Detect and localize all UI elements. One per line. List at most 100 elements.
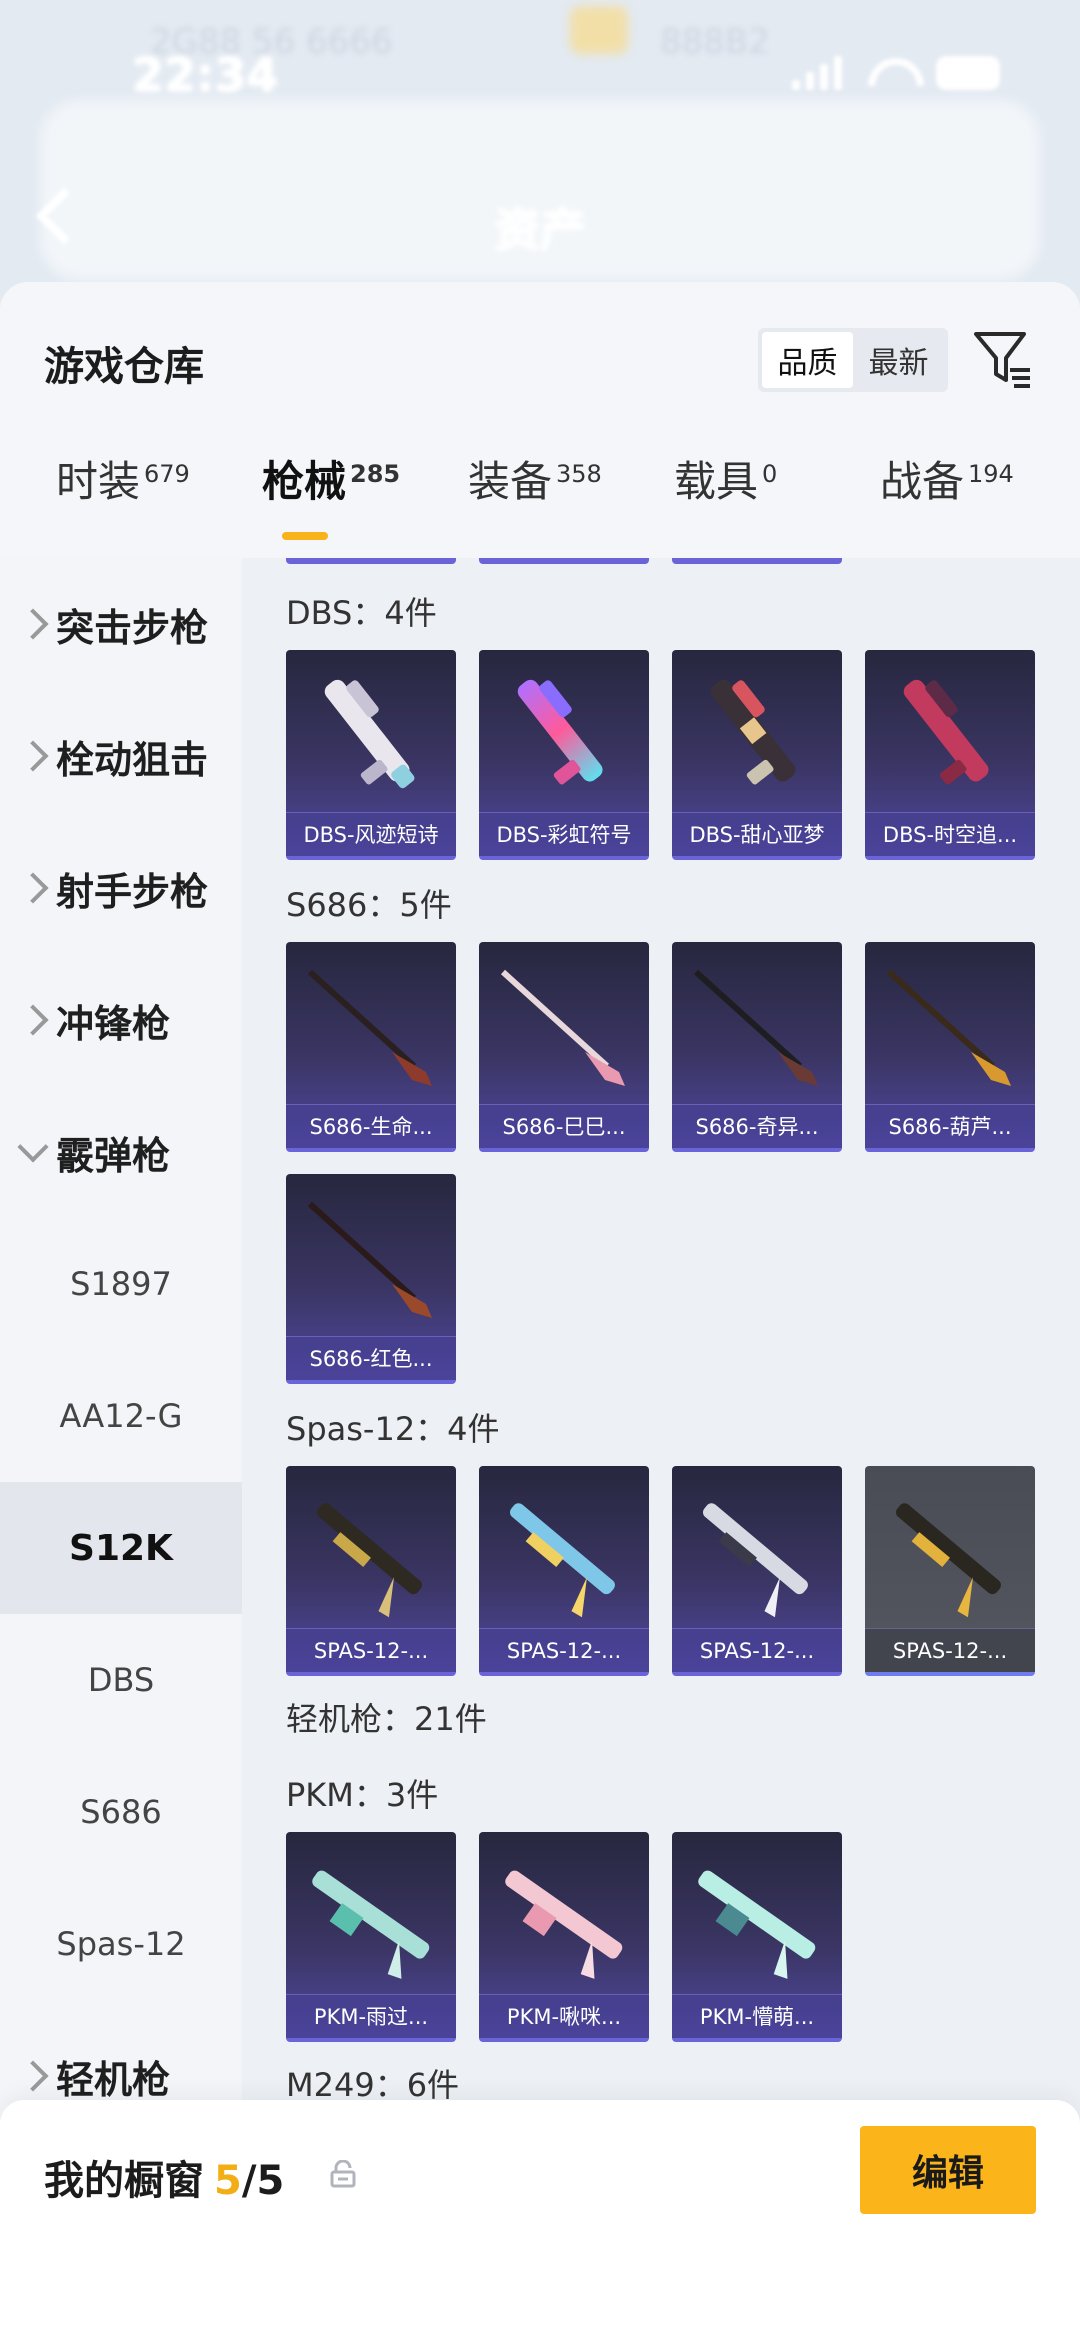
signal-icon xyxy=(792,56,842,90)
weapon-card[interactable]: PKM-雨过... xyxy=(286,1832,456,2042)
sidebar-subitem-s686[interactable]: S686 xyxy=(0,1746,242,1878)
weapon-card[interactable]: S686-生命... xyxy=(286,942,456,1152)
weapon-card-label: SPAS-12-... xyxy=(865,1628,1035,1672)
status-icons xyxy=(792,56,1000,90)
battery-icon xyxy=(936,56,1000,90)
category-tabs: 时装 679 枪械 285 装备 358 载具 0 战备 194 xyxy=(0,402,1080,558)
group-label-lmg: 轻机枪：21件 xyxy=(286,1700,487,1738)
weapon-card-label: DBS-彩虹符号 xyxy=(479,812,649,856)
lock-icon xyxy=(330,2160,356,2188)
chevron-right-icon xyxy=(17,1004,49,1036)
chevron-right-icon xyxy=(17,608,49,640)
weapon-card-label: SPAS-12-... xyxy=(672,1628,842,1672)
notification-badge-icon xyxy=(570,6,628,54)
weapon-card-label: S686-葫芦... xyxy=(865,1104,1035,1148)
tab-fashion[interactable]: 时装 679 xyxy=(56,448,190,509)
sidebar-subitem-spas12[interactable]: Spas-12 xyxy=(0,1878,242,2010)
weapon-card[interactable]: DBS-甜心亚梦 xyxy=(672,650,842,860)
weapon-card[interactable]: SPAS-12-... xyxy=(672,1466,842,1676)
weapon-card[interactable]: SPAS-12-... xyxy=(479,1466,649,1676)
weapon-card-label: PKM-雨过... xyxy=(286,1994,456,2038)
sidebar-subitem-dbs[interactable]: DBS xyxy=(0,1614,242,1746)
sort-newest-option[interactable]: 最新 xyxy=(853,332,944,388)
weapon-card[interactable]: S686-巳巳... xyxy=(479,942,649,1152)
sidebar-item-bolt-sniper[interactable]: 栓动狙击 xyxy=(0,690,242,822)
pump-shotgun-skin-icon xyxy=(509,1503,615,1618)
showcase-bar: 我的橱窗 5 /5 编辑 xyxy=(0,2100,1080,2341)
chevron-right-icon xyxy=(17,2060,49,2092)
weapon-card-label: S686-奇异... xyxy=(672,1104,842,1148)
weapon-card[interactable]: DBS-风迹短诗 xyxy=(286,650,456,860)
weapon-card[interactable]: S686-葫芦... xyxy=(865,942,1035,1152)
weapon-card[interactable]: DBS-时空追... xyxy=(865,650,1035,860)
weapon-card-label: PKM-啾咪... xyxy=(479,1994,649,2038)
weapon-card-partial[interactable] xyxy=(286,558,456,564)
status-ghost-text-right: 888B2 xyxy=(660,22,770,62)
edit-button[interactable]: 编辑 xyxy=(860,2126,1036,2214)
tab-vehicles[interactable]: 载具 0 xyxy=(674,448,777,509)
weapon-card-label: S686-巳巳... xyxy=(479,1104,649,1148)
weapon-card[interactable]: PKM-啾咪... xyxy=(479,1832,649,2042)
chevron-right-icon xyxy=(17,872,49,904)
pump-shotgun-skin-icon xyxy=(316,1503,422,1618)
status-time: 22:34 xyxy=(132,48,279,102)
sidebar-item-marksman-rifle[interactable]: 射手步枪 xyxy=(0,822,242,954)
app-header-background: 2G88 56 6666 888B2 22:34 资产 xyxy=(0,0,1080,300)
game-warehouse-panel: 游戏仓库 品质 最新 时装 679 枪械 285 装备 358 载具 0 战备 194 突… xyxy=(0,282,1080,2341)
sidebar-item-assault-rifle[interactable]: 突击步枪 xyxy=(0,558,242,690)
showcase-title: 我的橱窗 5 /5 xyxy=(44,2158,285,2204)
double-barrel-skin-icon xyxy=(307,969,432,1086)
group-label-pkm: PKM：3件 xyxy=(286,1776,439,1814)
weapon-card-label: S686-生命... xyxy=(286,1104,456,1148)
shotgun-skin-icon xyxy=(517,679,603,785)
weapon-card[interactable]: SPAS-12-... xyxy=(865,1466,1035,1676)
weapon-card[interactable]: SPAS-12-... xyxy=(286,1466,456,1676)
weapon-card-label: DBS-时空追... xyxy=(865,812,1035,856)
chevron-right-icon xyxy=(17,740,49,772)
weapon-category-sidebar: 突击步枪 栓动狙击 射手步枪 冲锋枪 霰弹枪 S1897 AA12-G S12K… xyxy=(0,558,242,2138)
group-label-s686: S686：5件 xyxy=(286,886,452,924)
tab-firearms[interactable]: 枪械 285 xyxy=(262,448,400,509)
shotgun-skin-icon xyxy=(903,679,989,785)
weapon-card-label: S686-红色... xyxy=(286,1336,456,1380)
weapon-card[interactable]: S686-红色... xyxy=(286,1174,456,1384)
panel-title: 游戏仓库 xyxy=(44,344,204,390)
sidebar-item-smg[interactable]: 冲锋枪 xyxy=(0,954,242,1086)
sort-quality-option[interactable]: 品质 xyxy=(762,332,853,388)
chevron-down-icon xyxy=(17,1131,49,1163)
tab-combat-supplies[interactable]: 战备 194 xyxy=(880,448,1014,509)
pump-shotgun-skin-icon xyxy=(702,1503,808,1618)
panel-header: 游戏仓库 品质 最新 xyxy=(0,282,1080,402)
weapon-card-label: SPAS-12-... xyxy=(479,1628,649,1672)
weapon-card[interactable]: DBS-彩虹符号 xyxy=(479,650,649,860)
tab-equipment[interactable]: 装备 358 xyxy=(468,448,602,509)
weapon-card-label: PKM-懵萌... xyxy=(672,1994,842,2038)
weapon-card[interactable]: PKM-懵萌... xyxy=(672,1832,842,2042)
machine-gun-skin-icon xyxy=(698,1870,816,1979)
wifi-icon xyxy=(868,58,910,88)
sidebar-item-shotgun[interactable]: 霰弹枪 xyxy=(0,1086,242,1218)
sidebar-subitem-s1897[interactable]: S1897 xyxy=(0,1218,242,1350)
filter-icon[interactable] xyxy=(972,328,1032,390)
sidebar-subitem-s12k[interactable]: S12K xyxy=(0,1482,242,1614)
shotgun-skin-icon xyxy=(710,679,796,785)
weapon-card[interactable]: S686-奇异... xyxy=(672,942,842,1152)
double-barrel-skin-icon xyxy=(307,1201,432,1318)
weapon-card-label: SPAS-12-... xyxy=(286,1628,456,1672)
weapon-card-partial[interactable] xyxy=(672,558,842,564)
weapon-card-label: DBS-风迹短诗 xyxy=(286,812,456,856)
showcase-total: /5 xyxy=(241,2158,285,2204)
weapon-card-label: DBS-甜心亚梦 xyxy=(672,812,842,856)
shotgun-skin-icon xyxy=(324,679,415,789)
double-barrel-skin-icon xyxy=(500,969,625,1086)
sidebar-subitem-aa12g[interactable]: AA12-G xyxy=(0,1350,242,1482)
machine-gun-skin-icon xyxy=(312,1870,430,1979)
active-tab-indicator xyxy=(282,532,328,540)
double-barrel-skin-icon xyxy=(886,969,1011,1086)
double-barrel-skin-icon xyxy=(693,969,818,1086)
group-label-dbs: DBS：4件 xyxy=(286,594,437,632)
weapon-card-partial[interactable] xyxy=(479,558,649,564)
machine-gun-skin-icon xyxy=(505,1870,623,1979)
group-label-spas12: Spas-12：4件 xyxy=(286,1410,500,1448)
pump-shotgun-skin-icon xyxy=(895,1503,1001,1618)
